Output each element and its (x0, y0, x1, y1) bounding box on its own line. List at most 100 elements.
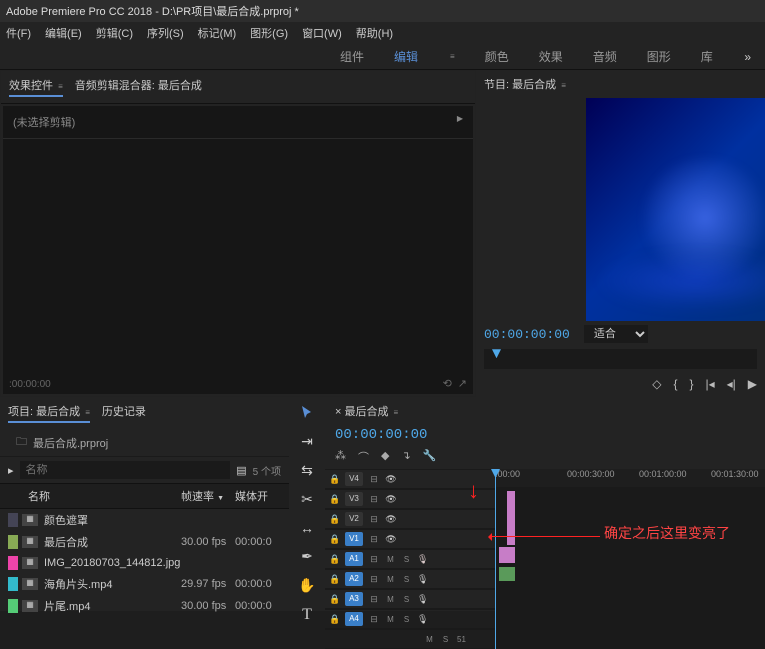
track-target[interactable]: V3 (345, 492, 363, 506)
sync-lock-icon[interactable]: ⊟ (368, 514, 380, 525)
video-track-header[interactable]: 🔒V3⊟👁 (325, 489, 495, 509)
panel-menu-icon[interactable]: ≡ (561, 81, 566, 90)
audio-track-header[interactable]: 🔒A3⊟MS🎙 (325, 589, 495, 609)
timeline-timecode[interactable]: 00:00:00:00 (335, 427, 427, 443)
sync-lock-icon[interactable]: ⊟ (368, 474, 380, 485)
audio-track-header[interactable]: 🔒A4⊟MS🎙 (325, 609, 495, 629)
eye-icon[interactable]: 👁 (385, 514, 397, 525)
step-back-icon[interactable]: ◂| (727, 377, 736, 391)
program-timecode[interactable]: 00:00:00:00 (484, 327, 570, 342)
ripple-edit-tool-icon[interactable]: ⇆ (297, 462, 317, 479)
menu-item[interactable]: 剪辑(C) (96, 25, 133, 41)
track-target[interactable]: V1 (345, 532, 363, 546)
play-icon[interactable]: ▶ (748, 377, 757, 391)
mute-button[interactable]: M (424, 635, 435, 644)
more-workspaces-icon[interactable]: » (744, 50, 751, 64)
pen-tool-icon[interactable]: ✒ (297, 548, 317, 565)
menu-item[interactable]: 序列(S) (147, 25, 184, 41)
out-point-icon[interactable]: } (689, 377, 693, 391)
voiceover-icon[interactable]: 🎙 (417, 554, 428, 565)
workspace-tab[interactable]: 效果 (539, 48, 563, 65)
workspace-tab[interactable]: 颜色 (485, 48, 509, 65)
asset-row[interactable]: ▦颜色遮罩 (0, 509, 289, 531)
voiceover-icon[interactable]: 🎙 (417, 574, 428, 585)
mute-button[interactable]: M (385, 615, 396, 624)
voiceover-icon[interactable]: 🎙 (417, 594, 428, 605)
selection-tool-icon[interactable] (297, 405, 317, 421)
track-target[interactable]: A2 (345, 572, 363, 586)
track-target[interactable]: A1 (345, 552, 363, 566)
sync-lock-icon[interactable]: ⊟ (368, 574, 380, 585)
sync-lock-icon[interactable]: ⊟ (368, 614, 380, 625)
panel-menu-icon[interactable]: ≡ (394, 408, 399, 417)
linked-selection-icon[interactable]: ⌒ (358, 449, 369, 465)
in-point-icon[interactable]: { (673, 377, 677, 391)
menu-item[interactable]: 帮助(H) (356, 25, 393, 41)
tab-project[interactable]: 项目: 最后合成 ≡ (8, 403, 90, 423)
asset-row[interactable]: ▦海角片头.mp429.97 fps00:00:0 (0, 573, 289, 595)
mute-button[interactable]: M (385, 575, 396, 584)
panel-menu-icon[interactable]: ≡ (58, 82, 63, 91)
audio-track-header[interactable]: MS51 (325, 629, 495, 649)
insert-icon[interactable]: ↴ (401, 449, 410, 465)
lock-icon[interactable]: 🔒 (329, 594, 340, 605)
preview-viewport[interactable] (586, 98, 765, 321)
video-track-header[interactable]: 🔒 V2 ⊟ 👁 (325, 509, 495, 529)
go-to-in-icon[interactable]: |◂ (705, 377, 714, 391)
marker-icon[interactable]: ◆ (381, 449, 389, 465)
solo-button[interactable]: S (401, 555, 412, 564)
track-target[interactable]: A4 (345, 612, 363, 626)
search-input[interactable] (20, 461, 231, 479)
menu-item[interactable]: 标记(M) (198, 25, 237, 41)
asset-row[interactable]: ▦最后合成30.00 fps00:00:0 (0, 531, 289, 553)
snap-icon[interactable]: ⁂ (335, 449, 346, 465)
sequence-tab[interactable]: 最后合成 (344, 406, 388, 418)
tab-effect-controls[interactable]: 效果控件 ≡ (9, 77, 63, 97)
solo-button[interactable]: S (401, 595, 412, 604)
eye-icon[interactable]: 👁 (385, 534, 397, 545)
eye-icon[interactable]: 👁 (385, 474, 397, 485)
loop-icon[interactable]: ⟲ (443, 377, 452, 390)
video-track-header[interactable]: 🔒V4⊟👁 (325, 469, 495, 489)
disclosure-icon[interactable]: ▶ (457, 114, 463, 130)
audio-track-header[interactable]: 🔒A1⊟MS🎙 (325, 549, 495, 569)
hand-tool-icon[interactable]: ✋ (297, 577, 317, 594)
track-select-tool-icon[interactable]: ⇥ (297, 433, 317, 450)
video-clip[interactable] (507, 491, 515, 545)
lock-icon[interactable]: 🔒 (329, 554, 340, 565)
lock-icon[interactable]: 🔒 (329, 574, 340, 585)
audio-clip[interactable] (499, 567, 515, 581)
column-headers[interactable]: 名称 帧速率 ▼ 媒体开 (0, 483, 289, 509)
solo-button[interactable]: S (401, 575, 412, 584)
track-target[interactable]: V2 (345, 512, 363, 526)
playhead[interactable] (495, 469, 496, 649)
no-clip-row[interactable]: (未选择剪辑) ▶ (3, 106, 473, 139)
asset-row[interactable]: ▦IMG_20180703_144812.jpg (0, 553, 289, 573)
sync-lock-icon[interactable]: ⊟ (368, 534, 380, 545)
workspace-tab[interactable]: 图形 (647, 48, 671, 65)
eye-icon[interactable]: 👁 (385, 494, 397, 505)
tab-audio-mixer[interactable]: 音频剪辑混合器: 最后合成 (75, 77, 202, 97)
audio-track-header[interactable]: 🔒 A2 ⊟ MS 🎙 (325, 569, 495, 589)
track-target[interactable]: A3 (345, 592, 363, 606)
zoom-select[interactable]: 适合 (584, 325, 648, 343)
program-scrubber[interactable] (484, 349, 757, 369)
asset-row[interactable]: ▦片尾.mp430.00 fps00:00:0 (0, 595, 289, 617)
lock-icon[interactable]: 🔒 (329, 534, 340, 545)
filter-icon[interactable]: ▸ (8, 464, 14, 477)
marker-icon[interactable]: ◇ (652, 377, 661, 391)
workspace-tab[interactable]: 库 (701, 48, 713, 65)
solo-button[interactable]: S (440, 635, 451, 644)
sync-lock-icon[interactable]: ⊟ (368, 554, 380, 565)
workspace-tab[interactable]: 音频 (593, 48, 617, 65)
type-tool-icon[interactable]: T (297, 606, 317, 624)
menu-item[interactable]: 图形(G) (250, 25, 288, 41)
col-name[interactable]: 名称 (28, 488, 181, 504)
col-framerate[interactable]: 帧速率 ▼ (181, 488, 235, 504)
menu-item[interactable]: 件(F) (6, 25, 31, 41)
timeline-content[interactable]: :00:0000:00:30:0000:01:00:0000:01:30:00 (495, 469, 765, 649)
sync-lock-icon[interactable]: ⊟ (368, 494, 380, 505)
razor-tool-icon[interactable]: ✂ (297, 491, 317, 508)
lock-icon[interactable]: 🔒 (329, 514, 340, 525)
solo-button[interactable]: S (401, 615, 412, 624)
